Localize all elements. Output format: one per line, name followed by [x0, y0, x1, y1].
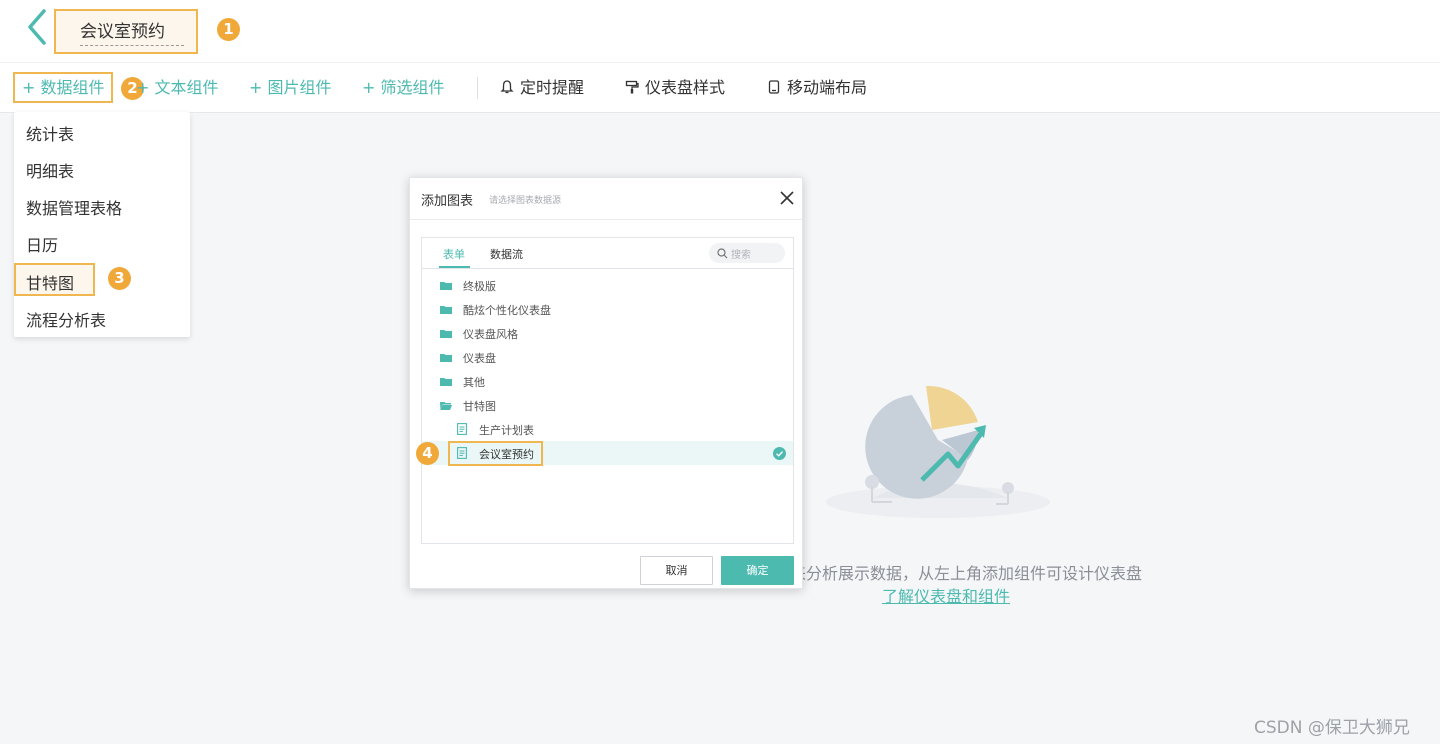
folder-icon	[440, 354, 452, 362]
close-icon[interactable]	[778, 189, 796, 207]
folder-icon	[440, 306, 452, 314]
tree-item-folder[interactable]: 终极版	[422, 273, 793, 297]
tree-item-folder[interactable]: 其他	[422, 369, 793, 393]
folder-icon	[440, 330, 452, 338]
mobile-icon	[768, 80, 780, 94]
tree-item-folder-open[interactable]: 甘特图	[422, 393, 793, 417]
dialog-header: 添加图表 请选择图表数据源	[410, 178, 802, 220]
data-source-panel: 表单 数据流 搜索 终极版 酷炫个性化仪表盘 仪表盘风格 仪表盘 其他 甘特图 …	[421, 237, 794, 544]
menu-item-gantt-chart[interactable]: 甘特图	[26, 270, 74, 294]
tab-form[interactable]: 表单	[443, 246, 465, 262]
active-tab-indicator	[439, 266, 470, 268]
add-chart-dialog: 添加图表 请选择图表数据源 表单 数据流 搜索 终极版 酷炫个性化仪表盘 仪表盘…	[409, 177, 803, 589]
tree-item-label: 会议室预约	[479, 448, 534, 461]
data-source-tabs: 表单 数据流 搜索	[422, 238, 793, 269]
add-filter-component-button[interactable]: + 筛选组件	[362, 75, 445, 101]
folder-icon	[440, 378, 452, 386]
folder-open-icon	[440, 402, 452, 410]
search-placeholder: 搜索	[731, 250, 751, 261]
step-badge-3: 3	[108, 267, 131, 290]
dashboard-title-highlight[interactable]: 会议室预约	[54, 9, 198, 54]
confirm-button[interactable]: 确定	[721, 556, 794, 585]
tree-item-label: 生产计划表	[479, 424, 534, 437]
timed-reminder-button[interactable]: 定时提醒	[500, 75, 584, 101]
menu-item-process-analysis-table[interactable]: 流程分析表	[26, 307, 106, 331]
step-badge-4: 4	[416, 442, 439, 465]
dashboard-style-button[interactable]: 仪表盘样式	[625, 75, 725, 101]
timed-reminder-label: 定时提醒	[520, 78, 585, 97]
add-data-component-button[interactable]: + 数据组件	[22, 75, 105, 101]
learn-dashboard-link[interactable]: 了解仪表盘和组件	[882, 583, 1010, 607]
menu-item-statistics-table[interactable]: 统计表	[26, 121, 74, 145]
tree-item-folder[interactable]: 仪表盘	[422, 345, 793, 369]
add-text-component-button[interactable]: + 文本组件	[136, 75, 219, 101]
toolbar-divider	[477, 77, 478, 99]
check-circle-icon	[773, 447, 786, 460]
dashboard-title[interactable]: 会议室预约	[80, 17, 184, 46]
data-component-menu: 统计表 明细表 数据管理表格 日历 甘特图 流程分析表 3	[14, 112, 190, 337]
menu-item-data-management-table[interactable]: 数据管理表格	[26, 195, 122, 219]
dashboard-style-label: 仪表盘样式	[645, 78, 726, 97]
menu-item-calendar[interactable]: 日历	[26, 232, 58, 256]
header: 会议室预约 1	[0, 0, 1440, 62]
tree-item-label: 仪表盘风格	[463, 328, 518, 341]
search-input[interactable]: 搜索	[709, 243, 785, 263]
tree-item-folder[interactable]: 仪表盘风格	[422, 321, 793, 345]
back-arrow-icon[interactable]	[22, 8, 52, 46]
dialog-title: 添加图表	[421, 194, 474, 209]
mobile-layout-label: 移动端布局	[787, 78, 868, 97]
tree-item-label: 其他	[463, 376, 485, 389]
tree-item-folder[interactable]: 酷炫个性化仪表盘	[422, 297, 793, 321]
cancel-button[interactable]: 取消	[640, 556, 713, 585]
bell-icon	[500, 80, 514, 94]
folder-icon	[440, 282, 452, 290]
empty-state-text: 来分析展示数据，从左上角添加组件可设计仪表盘	[790, 564, 1143, 583]
empty-dashboard-illustration	[826, 385, 1050, 518]
tree-item-label: 酷炫个性化仪表盘	[463, 304, 551, 317]
paint-roller-icon	[625, 80, 639, 94]
step-badge-1: 1	[217, 18, 240, 41]
tree-item-form[interactable]: 生产计划表	[422, 417, 793, 441]
tree-item-label: 甘特图	[463, 400, 496, 413]
mobile-layout-button[interactable]: 移动端布局	[767, 75, 867, 101]
menu-item-detail-table[interactable]: 明细表	[26, 158, 74, 182]
toolbar: + 数据组件 2 + 文本组件 + 图片组件 + 筛选组件 定时提醒 仪表盘样式…	[0, 62, 1440, 113]
tab-data-flow[interactable]: 数据流	[490, 246, 523, 262]
watermark: CSDN @保卫大狮兄	[1254, 718, 1410, 738]
tree-item-label: 终极版	[463, 280, 496, 293]
tree-item-label: 仪表盘	[463, 352, 496, 365]
tree-item-form-selected[interactable]: 会议室预约	[422, 441, 793, 466]
dialog-subtitle: 请选择图表数据源	[489, 196, 562, 206]
form-file-icon	[457, 423, 467, 435]
search-icon	[717, 248, 728, 259]
form-file-icon	[457, 447, 467, 459]
add-image-component-button[interactable]: + 图片组件	[249, 75, 332, 101]
